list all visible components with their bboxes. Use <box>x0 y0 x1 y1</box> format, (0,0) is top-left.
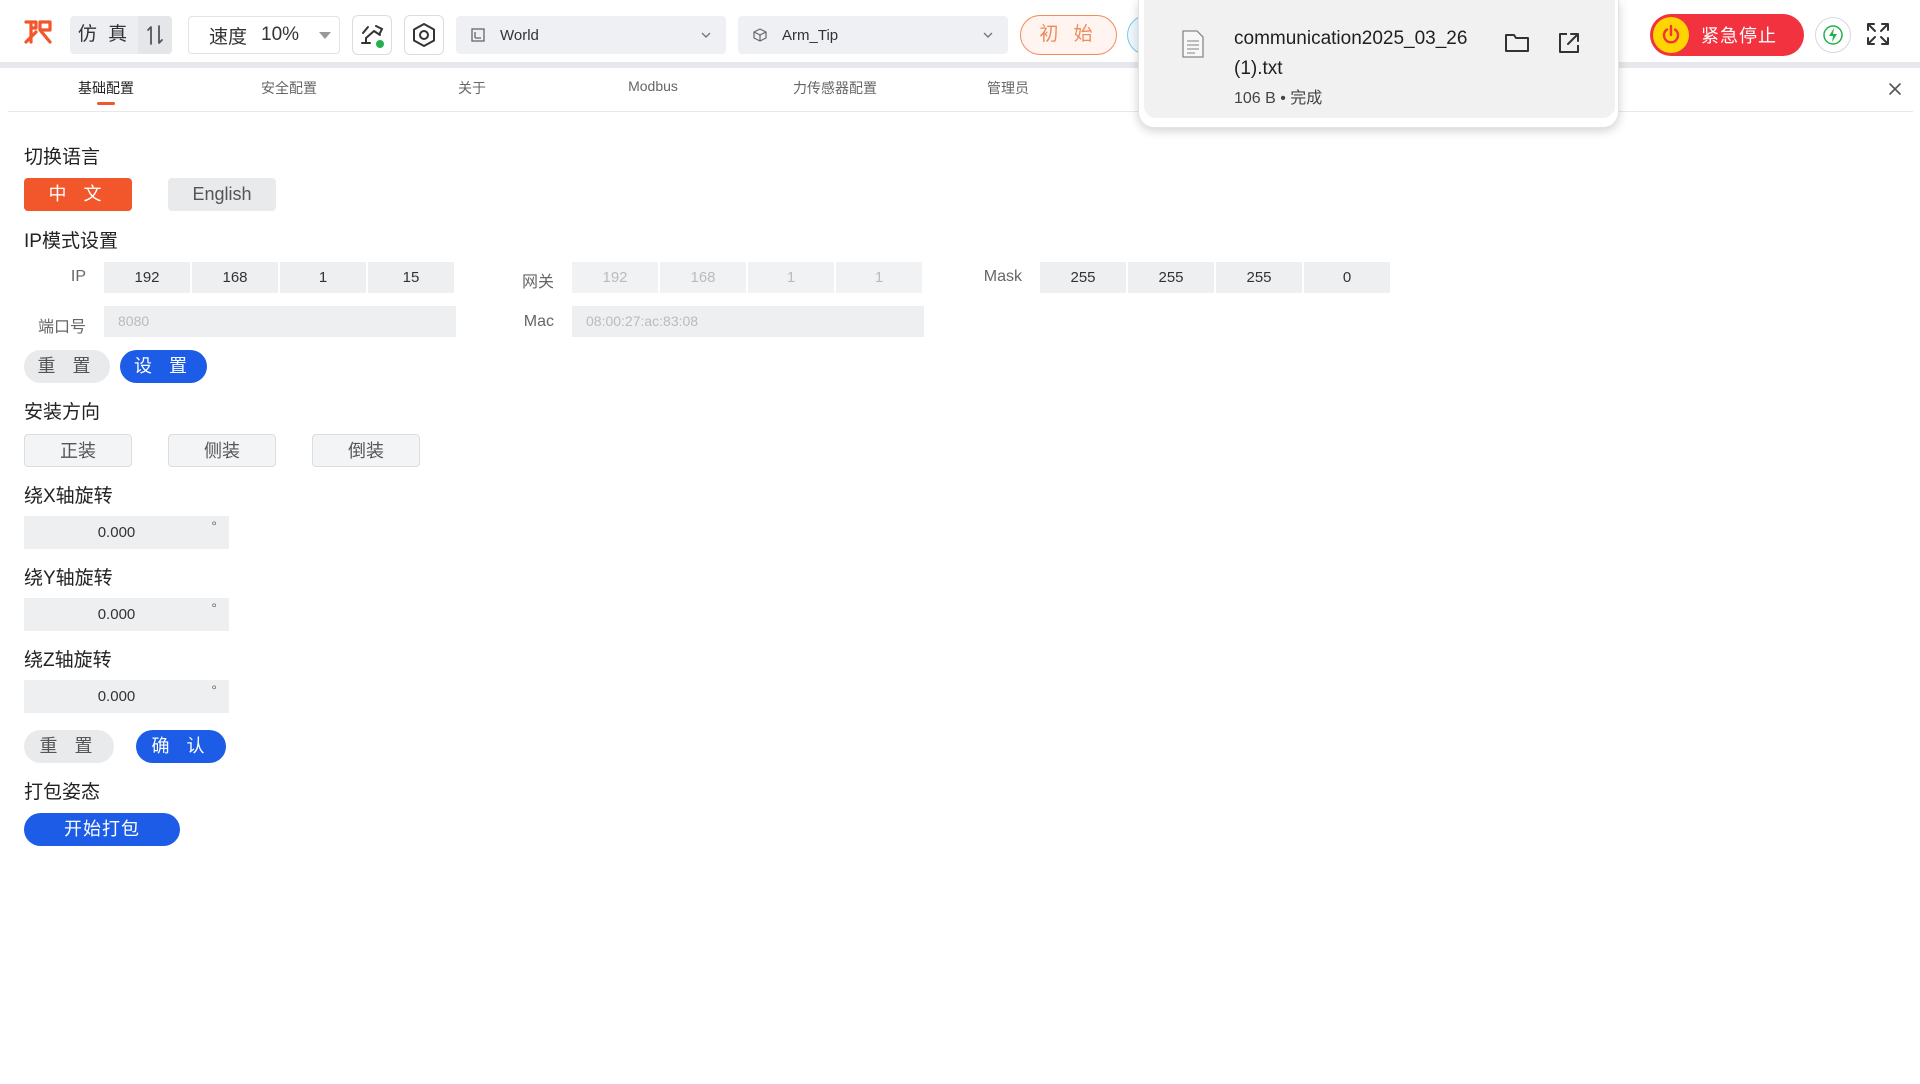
tab-label: 基础配置 <box>78 80 134 96</box>
speed-label: 速度 <box>209 26 248 48</box>
degree-unit: ° <box>211 682 217 698</box>
tool-select[interactable]: Arm_Tip <box>738 16 1008 54</box>
mode-swap-icon[interactable] <box>138 16 172 54</box>
language-chinese-button[interactable]: 中 文 <box>24 178 132 211</box>
download-status: 106 B • 完成 <box>1234 90 1323 107</box>
rotation-reset-button[interactable]: 重 置 <box>24 730 114 763</box>
gateway-octet-3: 1 <box>748 262 834 293</box>
tab-about[interactable]: 关于 <box>432 78 512 98</box>
app-logo-icon <box>22 16 54 48</box>
power-icon <box>1653 17 1689 53</box>
tab-safety-config[interactable]: 安全配置 <box>249 78 329 98</box>
sim-mode-label[interactable]: 仿 真 <box>70 16 138 54</box>
degree-unit: ° <box>211 600 217 616</box>
start-pack-button[interactable]: 开始打包 <box>24 813 180 846</box>
mask-octet-3[interactable]: 255 <box>1216 262 1302 293</box>
fullscreen-button[interactable] <box>1862 18 1894 50</box>
tool-select-value: Arm_Tip <box>782 26 839 44</box>
pack-section-title: 打包姿态 <box>24 782 101 803</box>
emergency-stop-label: 紧急停止 <box>1701 26 1777 46</box>
rotation-confirm-button[interactable]: 确 认 <box>136 730 226 763</box>
gateway-octet-1: 192 <box>572 262 658 293</box>
lightning-icon <box>1823 25 1843 45</box>
gateway-octet-2: 168 <box>660 262 746 293</box>
ip-reset-button[interactable]: 重 置 <box>24 350 110 383</box>
coordinate-frame-select[interactable]: World <box>456 16 726 54</box>
rotation-x-value: 0.000 <box>97 524 136 541</box>
rotation-x-title: 绕X轴旋转 <box>24 486 113 507</box>
rotation-x-input[interactable]: 0.000 ° <box>24 516 229 549</box>
mount-section-title: 安装方向 <box>24 402 101 423</box>
frame-icon <box>470 27 486 43</box>
mount-inverted-button[interactable]: 倒装 <box>312 434 420 467</box>
robot-arm-icon <box>361 25 384 48</box>
rotation-z-value: 0.000 <box>97 688 136 705</box>
speed-select[interactable]: 速度 10% <box>188 16 340 54</box>
rotation-z-title: 绕Z轴旋转 <box>24 650 112 671</box>
close-icon <box>1889 83 1901 95</box>
port-label: 端口号 <box>37 319 86 336</box>
mask-octet-1[interactable]: 255 <box>1040 262 1126 293</box>
active-tab-indicator <box>97 102 115 105</box>
init-button[interactable]: 初 始 <box>1020 15 1117 55</box>
text-file-icon <box>1182 30 1204 58</box>
download-popup: communication2025_03_26 (1).txt 106 B • … <box>1138 0 1619 128</box>
show-in-folder-button[interactable] <box>1502 28 1532 58</box>
mac-label: Mac <box>523 313 554 330</box>
settings-tabs: 基础配置 安全配置 关于 Modbus 力传感器配置 管理员 <box>8 68 1913 112</box>
emergency-stop-button[interactable]: 紧急停止 <box>1650 14 1804 56</box>
ip-octet-4[interactable]: 15 <box>368 262 454 293</box>
rotation-z-input[interactable]: 0.000 ° <box>24 680 229 713</box>
mask-octet-4[interactable]: 0 <box>1304 262 1390 293</box>
ip-octet-1[interactable]: 192 <box>104 262 190 293</box>
download-file-name: communication2025_03_26 <box>1234 28 1468 49</box>
tool-cube-icon <box>752 27 768 43</box>
folder-icon <box>1505 34 1529 52</box>
language-english-button[interactable]: English <box>168 178 276 211</box>
chevron-down-icon <box>701 32 711 38</box>
tab-modbus[interactable]: Modbus <box>613 78 693 94</box>
open-file-button[interactable] <box>1554 28 1584 58</box>
top-toolbar: 仿 真 速度 10% World Arm_Tip 初 始 紧急停止 <box>0 0 1920 66</box>
mount-upright-button[interactable]: 正装 <box>24 434 132 467</box>
expand-icon <box>1867 23 1889 45</box>
robot-arm-button[interactable] <box>352 15 392 55</box>
chevron-down-icon <box>983 32 993 38</box>
port-input[interactable]: 8080 <box>104 306 456 337</box>
gateway-octet-4: 1 <box>836 262 922 293</box>
degree-unit: ° <box>211 518 217 534</box>
tab-basic-config[interactable]: 基础配置 <box>66 78 146 105</box>
language-section-title: 切换语言 <box>24 147 101 168</box>
mask-octet-2[interactable]: 255 <box>1128 262 1214 293</box>
close-settings-button[interactable] <box>1884 78 1906 100</box>
ip-section-title: IP模式设置 <box>24 231 118 252</box>
external-link-icon <box>1559 33 1579 53</box>
rotation-y-input[interactable]: 0.000 ° <box>24 598 229 631</box>
mask-label: Mask <box>983 268 1022 285</box>
settings-hex-button[interactable] <box>404 15 444 55</box>
mount-side-button[interactable]: 侧装 <box>168 434 276 467</box>
speed-value: 10% <box>261 24 300 45</box>
ip-octet-3[interactable]: 1 <box>280 262 366 293</box>
tab-admin[interactable]: 管理员 <box>968 78 1048 98</box>
download-file-name-ext: (1).txt <box>1234 58 1283 79</box>
ip-set-button[interactable]: 设 置 <box>120 350 207 383</box>
sim-mode-group: 仿 真 <box>70 16 172 54</box>
caret-down-icon <box>319 31 331 39</box>
gateway-label: 网关 <box>521 274 554 291</box>
power-status-button[interactable] <box>1815 17 1851 53</box>
rotation-y-value: 0.000 <box>97 606 136 623</box>
frame-select-value: World <box>500 26 539 44</box>
ip-label: IP <box>70 268 86 285</box>
rotation-y-title: 绕Y轴旋转 <box>24 568 113 589</box>
ip-octet-2[interactable]: 168 <box>192 262 278 293</box>
download-item[interactable]: communication2025_03_26 (1).txt 106 B • … <box>1144 0 1615 118</box>
tab-force-sensor[interactable]: 力传感器配置 <box>780 78 890 98</box>
hex-nut-icon <box>413 23 435 47</box>
mac-input: 08:00:27:ac:83:08 <box>572 306 924 337</box>
